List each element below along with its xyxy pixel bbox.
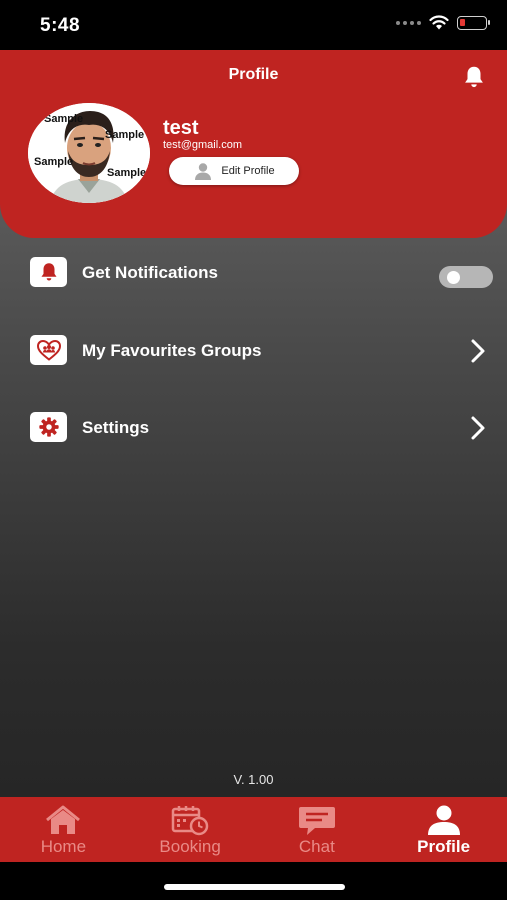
status-bar: 5:48 [0, 0, 507, 50]
user-icon [427, 805, 460, 835]
tab-booking[interactable]: Booking [127, 797, 254, 862]
avatar-watermark: Sample [107, 167, 147, 179]
page-title: Profile [228, 66, 279, 83]
heart-group-icon [36, 339, 61, 361]
avatar-watermark: Sample [34, 156, 74, 168]
settings-icon-box [30, 412, 67, 442]
edit-profile-label: Edit Profile [221, 165, 275, 177]
chevron-right-icon[interactable] [469, 338, 487, 364]
edit-profile-button[interactable]: Edit Profile [169, 157, 299, 185]
tab-chat[interactable]: Chat [254, 797, 381, 862]
gear-icon [38, 417, 59, 437]
calendar-icon [171, 806, 209, 836]
menu-item-label: My Favourites Groups [82, 341, 262, 360]
profile-header: Profile Sample Sample Sample Sample test… [0, 50, 507, 238]
status-time: 5:48 [40, 15, 81, 36]
battery-icon [457, 15, 490, 30]
avatar-watermark: Sample [44, 113, 84, 125]
avatar[interactable]: Sample Sample Sample Sample [28, 103, 150, 203]
tab-home[interactable]: Home [0, 797, 127, 862]
profile-screen: 5:48 Profile Sample Sample Sample Sample… [0, 0, 507, 900]
app-version: V. 1.00 [233, 772, 274, 787]
menu-item-label: Get Notifications [82, 263, 219, 282]
toggle-knob [447, 271, 460, 284]
menu-item-notifications[interactable]: Get Notifications [0, 257, 507, 307]
avatar-watermark: Sample [105, 129, 145, 141]
favourites-icon-box [30, 335, 67, 365]
chevron-right-icon[interactable] [469, 415, 487, 441]
tab-label: Home [40, 837, 87, 856]
user-name: test [163, 117, 199, 139]
tab-label: Booking [159, 837, 221, 856]
status-indicators [396, 15, 490, 30]
tab-label: Chat [298, 837, 335, 856]
chat-icon [298, 807, 335, 835]
home-indicator[interactable] [164, 884, 345, 890]
user-email: test@gmail.com [163, 139, 243, 151]
notifications-icon-box [30, 257, 67, 287]
notifications-toggle[interactable] [439, 266, 493, 288]
menu-item-settings[interactable]: Settings [0, 412, 507, 462]
tab-label: Profile [417, 837, 471, 856]
menu-item-label: Settings [82, 418, 150, 437]
tab-profile[interactable]: Profile [380, 797, 507, 862]
bell-icon[interactable] [461, 64, 487, 90]
menu-item-favourite-groups[interactable]: My Favourites Groups [0, 335, 507, 385]
home-icon [46, 805, 81, 834]
cellular-signal-icon [396, 20, 421, 25]
home-indicator-area [0, 862, 507, 900]
bell-icon [40, 263, 57, 281]
user-placeholder-icon [195, 163, 212, 180]
bottom-tab-bar: Home Booking Chat Profile [0, 797, 507, 862]
battery-level [460, 18, 465, 26]
wifi-icon [429, 15, 449, 30]
